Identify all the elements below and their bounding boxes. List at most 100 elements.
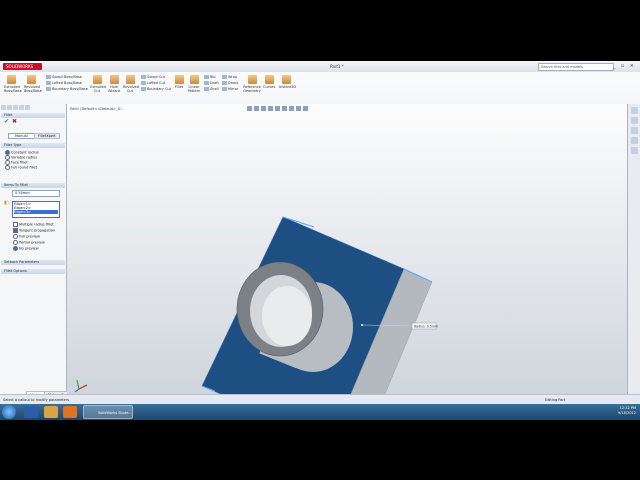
dome-icon <box>222 81 227 85</box>
solidworks-taskbar-item[interactable]: SolidWorks Stude... <box>83 405 133 419</box>
full-preview-option[interactable]: Full preview <box>13 234 40 239</box>
instant3d-button[interactable]: Instant3D <box>279 75 296 89</box>
checkbox-icon <box>13 222 18 227</box>
hole-wizard-icon <box>109 75 119 84</box>
cut-extrude-icon <box>92 75 102 84</box>
items-to-fillet-header: Items To Fillet <box>1 183 65 188</box>
file-explorer-icon[interactable] <box>631 127 638 134</box>
multiple-radius-checkbox[interactable]: Multiple radius fillet <box>13 222 54 227</box>
revolved-boss-button[interactable]: Revolved Boss/Base <box>24 75 42 93</box>
revolved-cut-button[interactable]: Revolved Cut <box>123 75 139 93</box>
draft-button[interactable]: Draft <box>204 81 219 85</box>
dimxpert-icon[interactable] <box>19 105 24 110</box>
boundary-cut-button[interactable]: Boundary Cut <box>141 87 171 91</box>
window-controls[interactable]: _ ▫ × <box>613 63 636 69</box>
swept-boss-button[interactable]: Swept Boss/Base <box>46 75 82 79</box>
radio-icon <box>13 234 18 239</box>
windows-taskbar: SolidWorks Stude... 12:32 PM 9/18/2012 <box>0 404 640 420</box>
search-input[interactable]: Search files and models <box>538 63 614 71</box>
manager-tabs <box>1 105 65 111</box>
explorer-icon[interactable] <box>24 406 38 418</box>
filletxpert-tab[interactable]: FilletXpert <box>34 133 60 139</box>
rib-button[interactable]: Rib <box>204 75 216 79</box>
start-button[interactable] <box>2 405 16 419</box>
configuration-icon[interactable] <box>13 105 18 110</box>
resources-icon[interactable] <box>631 107 638 114</box>
shell-icon <box>204 87 209 91</box>
radius-callout-text: Radius: 0.5mm <box>414 325 438 329</box>
manual-tab[interactable]: Manual <box>8 133 35 139</box>
fillet-icon <box>174 75 184 84</box>
full-round-option[interactable]: Full round fillet <box>5 165 37 170</box>
list-item-selected[interactable]: Edge<3> <box>14 210 58 214</box>
loft-icon <box>46 81 51 85</box>
extruded-cut-button[interactable]: Extruded Cut <box>90 75 106 93</box>
reference-geometry-icon <box>247 75 257 84</box>
callout-anchor <box>361 324 363 326</box>
instant3d-icon <box>281 75 291 84</box>
partial-preview-option[interactable]: Partial preview <box>13 240 45 245</box>
property-manager-icon[interactable] <box>7 105 12 110</box>
mirror-button[interactable]: Mirror <box>222 87 238 91</box>
fillet-property-manager: Fillet ✔ ✖ Manual FilletXpert Fillet Typ… <box>0 104 67 394</box>
linear-pattern-button[interactable]: Linear Pattern <box>187 75 201 93</box>
checkbox-checked-icon <box>13 228 18 233</box>
mirror-icon <box>222 87 227 91</box>
lofted-cut-button[interactable]: Lofted Cut <box>141 81 165 85</box>
swept-cut-button[interactable]: Swept Cut <box>141 75 165 79</box>
revolve-icon <box>26 75 36 84</box>
curves-button[interactable]: Curves <box>263 75 275 89</box>
system-tray-clock[interactable]: 12:32 PM 9/18/2012 <box>618 406 636 416</box>
curves-icon <box>264 75 274 84</box>
app-window: SOLIDWORKS Part1 * Search files and mode… <box>0 61 640 420</box>
boundary-icon <box>46 87 51 91</box>
rib-icon <box>204 75 209 79</box>
linear-pattern-icon <box>189 75 199 84</box>
setback-parameters-header[interactable]: Setback Parameters <box>1 260 65 265</box>
wrap-icon <box>222 75 227 79</box>
design-library-icon[interactable] <box>631 117 638 124</box>
graphics-area[interactable]: Part1 (Default<<Default>_D... Radius: 0.… <box>67 104 627 394</box>
firefox-icon[interactable] <box>63 406 77 418</box>
fillet-type-header: Fillet Type <box>1 143 65 148</box>
cut-revolve-icon <box>125 75 135 84</box>
view-palette-icon[interactable] <box>631 137 638 144</box>
ok-icon[interactable]: ✔ <box>4 119 9 125</box>
display-manager-icon[interactable] <box>25 105 30 110</box>
hole-inner-wall <box>262 286 312 346</box>
appearances-icon[interactable] <box>631 147 638 154</box>
swept-cut-icon <box>141 75 146 79</box>
fillet-title: Fillet <box>1 113 65 118</box>
edge-list-icon: ◧ <box>4 200 9 206</box>
status-mode: Editing Part <box>545 398 566 402</box>
no-preview-option[interactable]: No preview <box>13 246 39 251</box>
task-pane <box>627 104 640 394</box>
radio-selected-icon <box>13 246 18 251</box>
feature-tree-icon[interactable] <box>1 105 6 110</box>
reference-geometry-button[interactable]: Reference Geometry <box>243 75 261 93</box>
extruded-boss-button[interactable]: Extruded Boss/Base <box>4 75 22 93</box>
fillet-options-header[interactable]: Fillet Options <box>1 269 65 274</box>
triad-icon <box>74 379 88 393</box>
boundary-boss-button[interactable]: Boundary Boss/Base <box>46 87 88 91</box>
part-model[interactable]: Radius: 0.5mm <box>67 104 627 394</box>
wrap-button[interactable]: Wrap <box>222 75 237 79</box>
radio-icon <box>13 240 18 245</box>
tangent-propagation-checkbox[interactable]: Tangent propagation <box>13 228 55 233</box>
radio-icon <box>5 165 10 170</box>
edge-selection-list[interactable]: Edge<1> Edge<2> Edge<3> <box>12 201 60 218</box>
status-hint: Select a callout to modify parameters <box>3 398 70 402</box>
fillet-button[interactable]: Fillet <box>174 75 184 89</box>
dome-button[interactable]: Dome <box>222 81 238 85</box>
window-title: Part1 * <box>330 64 344 69</box>
lofted-cut-icon <box>141 81 146 85</box>
hole-wizard-button[interactable]: Hole Wizard <box>108 75 120 93</box>
solidworks-logo[interactable]: SOLIDWORKS <box>3 63 42 70</box>
lofted-boss-button[interactable]: Lofted Boss/Base <box>46 81 82 85</box>
radius-field[interactable]: 0.50mm <box>12 190 60 197</box>
sweep-icon <box>46 75 51 79</box>
cancel-icon[interactable]: ✖ <box>12 119 17 125</box>
shell-button[interactable]: Shell <box>204 87 219 91</box>
folder-icon[interactable] <box>44 406 58 418</box>
draft-icon <box>204 81 209 85</box>
